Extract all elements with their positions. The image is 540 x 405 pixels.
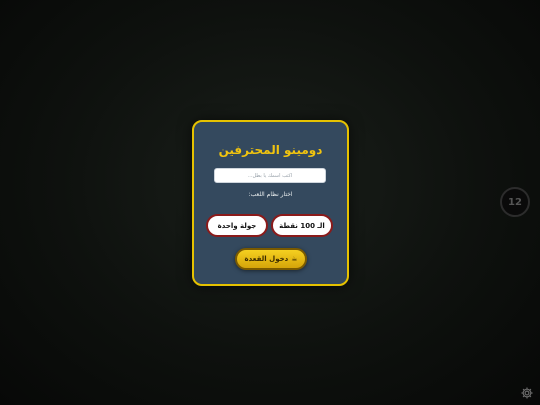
game-title: دومينو المحترفين <box>218 143 323 157</box>
mode-label: اختار نظام اللعب: <box>248 191 293 198</box>
enter-room-label: دخول القعدة <box>244 255 289 263</box>
coffee-cup-icon: ☕ <box>291 254 298 263</box>
mode-single-round-button[interactable]: جولة واحدة <box>206 214 268 237</box>
lobby-dialog: دومينو المحترفين اختار نظام اللعب: الـ 1… <box>192 120 349 286</box>
player-name-input[interactable] <box>214 168 326 183</box>
turn-timer: 12 <box>500 187 530 217</box>
gear-icon[interactable] <box>520 386 534 400</box>
enter-room-button[interactable]: ☕ دخول القعدة <box>235 248 307 270</box>
mode-100-points-button[interactable]: الـ 100 نقطة <box>271 214 333 237</box>
